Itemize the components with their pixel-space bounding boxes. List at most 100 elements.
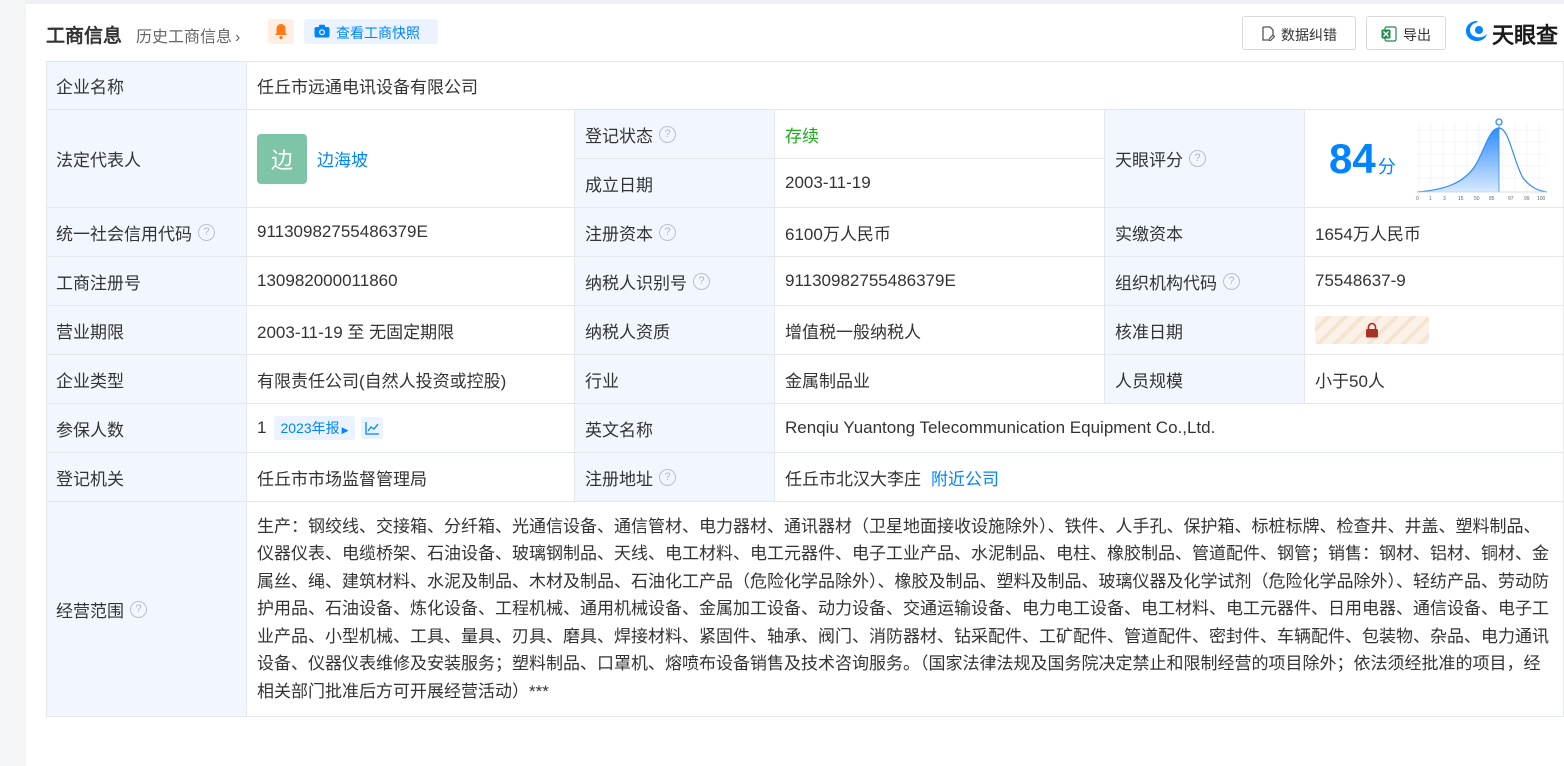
- found-date-value: 2003-11-19: [775, 159, 1105, 208]
- axis-tick-5: 85: [1489, 196, 1495, 202]
- tianyan-score-value[interactable]: 84 分 0 1 3 15 50 85 97 99 100: [1305, 110, 1564, 208]
- authority-label: 登记机关: [46, 453, 247, 502]
- reg-capital-value: 6100万人民币: [775, 208, 1105, 257]
- section-title: 工商信息: [46, 26, 123, 47]
- reg-status-label: 登记状态?: [575, 110, 775, 159]
- industry-label: 行业: [575, 355, 775, 404]
- axis-tick-4: 50: [1474, 196, 1480, 202]
- excel-icon: [1381, 26, 1397, 42]
- data-correction-button[interactable]: 数据纠错: [1242, 16, 1356, 50]
- biz-reg-no-label-text: 工商注册号: [56, 273, 141, 293]
- staff-label-text: 人员规模: [1115, 371, 1183, 391]
- credit-code-label: 统一社会信用代码?: [46, 208, 247, 257]
- snapshot-label: 查看工商快照: [336, 25, 420, 41]
- address-label-text: 注册地址: [585, 469, 653, 489]
- help-icon[interactable]: ?: [130, 600, 147, 618]
- insured-count: 1: [257, 418, 267, 437]
- trend-chart-icon: [364, 422, 379, 435]
- business-info-table: 企业名称 任丘市远通电讯设备有限公司 法定代表人 边 边海坡 登记状态? 存续 …: [46, 61, 1564, 717]
- biz-reg-no-value: 130982000011860: [247, 257, 575, 306]
- found-date-label: 成立日期: [575, 159, 775, 208]
- approve-date-label: 核准日期: [1105, 306, 1305, 355]
- tianyan-score-label-text: 天眼评分: [1115, 151, 1183, 170]
- taxpayer-id-value: 91130982755486379E: [775, 257, 1105, 306]
- annual-report-label: 2023年报: [280, 420, 340, 436]
- type-value: 有限责任公司(自然人投资或控股): [247, 355, 575, 404]
- address-value: 任丘市北汉大李庄 附近公司: [775, 453, 1564, 502]
- approve-date-label-text: 核准日期: [1115, 322, 1183, 342]
- company-name-value: 任丘市远通电讯设备有限公司: [247, 61, 1564, 110]
- taxpayer-id-text: 91130982755486379E: [785, 271, 956, 290]
- axis-tick-1: 1: [1429, 196, 1432, 202]
- edit-doc-icon: [1262, 26, 1275, 41]
- legal-rep-value: 边 边海坡: [247, 110, 575, 208]
- legal-rep-label-text: 法定代表人: [56, 151, 141, 170]
- axis-tick-6: 97: [1508, 196, 1514, 202]
- credit-code-value: 91130982755486379E: [247, 208, 575, 257]
- axis-tick-3: 15: [1458, 196, 1464, 202]
- type-label-text: 企业类型: [56, 371, 124, 391]
- help-icon[interactable]: ?: [693, 272, 710, 290]
- scope-label-text: 经营范围: [56, 601, 124, 621]
- snapshot-button[interactable]: 查看工商快照: [304, 19, 438, 44]
- credit-code-label-text: 统一社会信用代码: [56, 224, 192, 244]
- taxpayer-id-label: 纳税人识别号?: [575, 257, 775, 306]
- help-icon[interactable]: ?: [1223, 272, 1240, 290]
- reg-status-value: 存续: [775, 110, 1105, 159]
- scope-text: 生产：钢绞线、交接箱、分纤箱、光通信设备、通信管材、电力器材、通讯器材（卫星地面…: [257, 516, 1549, 701]
- found-date-label-text: 成立日期: [585, 175, 653, 195]
- bell-icon: [275, 24, 287, 40]
- scope-value: 生产：钢绞线、交接箱、分纤箱、光通信设备、通信管材、电力器材、通讯器材（卫星地面…: [247, 502, 1564, 717]
- reg-status-text: 存续: [785, 126, 819, 146]
- taxpayer-qual-label: 纳税人资质: [575, 306, 775, 355]
- industry-label-text: 行业: [585, 371, 619, 391]
- term-label: 营业期限: [46, 306, 247, 355]
- authority-label-text: 登记机关: [56, 469, 124, 489]
- top-divider: [26, 0, 1564, 4]
- export-button[interactable]: 导出: [1366, 16, 1446, 50]
- reg-capital-text: 6100万人民币: [785, 224, 891, 244]
- en-name-label: 英文名称: [575, 404, 775, 453]
- section-header: 工商信息 历史工商信息 › 查看工商快照 数据纠错 导出 天眼查: [46, 14, 1564, 50]
- nearby-companies-link[interactable]: 附近公司: [931, 465, 999, 490]
- taxpayer-id-label-text: 纳税人识别号: [585, 273, 687, 293]
- staff-value: 小于50人: [1305, 355, 1564, 404]
- help-icon[interactable]: ?: [1189, 150, 1206, 167]
- axis-tick-2: 3: [1443, 196, 1446, 202]
- eye-logo-icon: [1466, 21, 1487, 41]
- type-label: 企业类型: [46, 355, 247, 404]
- data-correction-label: 数据纠错: [1281, 27, 1337, 43]
- help-icon[interactable]: ?: [659, 223, 676, 241]
- help-icon[interactable]: ?: [659, 125, 676, 143]
- trend-chart-button[interactable]: [360, 417, 383, 439]
- vip-lock-button[interactable]: [1315, 316, 1429, 344]
- lock-icon: [1366, 322, 1378, 338]
- company-name-label-text: 企业名称: [56, 77, 124, 97]
- term-text: 2003-11-19 至 无固定期限: [257, 322, 455, 342]
- avatar[interactable]: 边: [257, 133, 307, 184]
- paid-capital-text: 1654万人民币: [1315, 224, 1421, 244]
- bell-button[interactable]: [268, 19, 294, 44]
- staff-text: 小于50人: [1315, 371, 1385, 391]
- org-code-label: 组织机构代码?: [1105, 257, 1305, 306]
- legal-rep-label: 法定代表人: [46, 110, 247, 208]
- org-code-value: 75548637-9: [1305, 257, 1564, 306]
- legal-rep-link[interactable]: 边海坡: [317, 146, 368, 171]
- reg-capital-label-text: 注册资本: [585, 224, 653, 244]
- chevron-right-icon: ›: [235, 29, 241, 46]
- history-link[interactable]: 历史工商信息 ›: [136, 23, 240, 47]
- paid-capital-label: 实缴资本: [1105, 208, 1305, 257]
- reg-capital-label: 注册资本?: [575, 208, 775, 257]
- help-icon[interactable]: ?: [659, 468, 676, 486]
- term-value: 2003-11-19 至 无固定期限: [247, 306, 575, 355]
- industry-text: 金属制品业: [785, 371, 870, 391]
- taxpayer-qual-label-text: 纳税人资质: [585, 322, 670, 342]
- score-unit: 分: [1377, 156, 1396, 177]
- help-icon[interactable]: ?: [198, 223, 215, 241]
- axis-tick-7: 99: [1524, 196, 1530, 202]
- score-number: 84: [1329, 134, 1376, 182]
- en-name-value: Renqiu Yuantong Telecommunication Equipm…: [775, 404, 1564, 453]
- tianyan-score-label: 天眼评分?: [1105, 110, 1305, 208]
- address-label: 注册地址?: [575, 453, 775, 502]
- annual-report-tag[interactable]: 2023年报 ▶: [274, 416, 355, 440]
